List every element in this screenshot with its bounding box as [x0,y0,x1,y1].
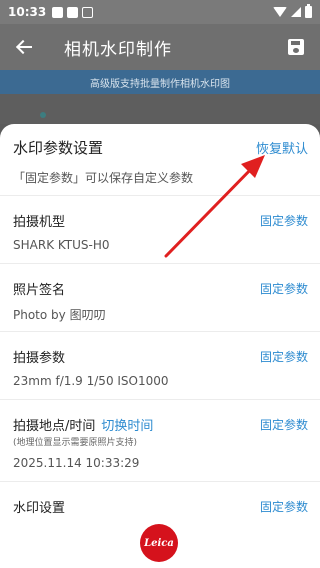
row-location-time: 拍摄地点/时间 切换时间 (地理位置显示需要原照片支持) 固定参数 2025.11… [0,400,320,482]
app-bar: 相机水印制作 [0,24,320,70]
signal-icon [291,7,301,17]
notification-icon [67,6,79,18]
back-button[interactable] [0,24,48,70]
back-arrow-icon [16,40,32,54]
sheet-title: 水印参数设置 [13,139,104,157]
status-right [273,4,312,18]
row-value[interactable]: 23mm f/1.9 1/50 ISO1000 [13,374,169,388]
row-label: 拍摄参数 [13,351,66,366]
row-label-text: 拍摄地点/时间 [13,419,96,434]
row-label: 水印设置 [13,501,66,516]
row-label: 拍摄地点/时间 切换时间 [13,415,153,434]
fix-param-button[interactable]: 固定参数 [260,280,308,297]
fix-param-button[interactable]: 固定参数 [260,212,308,229]
fix-param-button[interactable]: 固定参数 [260,416,308,433]
status-time: 10:33 [8,5,47,19]
notification-icon [52,6,64,18]
save-button[interactable] [272,24,320,70]
row-value[interactable]: SHARK KTUS-H0 [13,238,110,252]
sheet-header: 水印参数设置 恢复默认 「固定参数」可以保存自定义参数 [0,124,320,196]
fix-param-button[interactable]: 固定参数 [260,348,308,365]
leica-logo-text: Leica [144,537,174,549]
watermark-settings-sheet: 水印参数设置 恢复默认 「固定参数」可以保存自定义参数 拍摄机型 固定参数 SH… [0,124,320,568]
leica-logo[interactable]: Leica [140,524,178,562]
row-value[interactable]: Photo by 图叨叨 [13,306,106,323]
dimmed-background [0,94,320,124]
row-shooting-params: 拍摄参数 固定参数 23mm f/1.9 1/50 ISO1000 [0,332,320,400]
sheet-subtitle: 「固定参数」可以保存自定义参数 [13,171,194,185]
banner-text: 高级版支持批量制作相机水印图 [90,78,230,90]
status-bar: 10:33 [0,0,320,24]
row-label: 拍摄机型 [13,215,66,230]
row-photo-signature: 照片签名 固定参数 Photo by 图叨叨 [0,264,320,332]
upgrade-banner[interactable]: 高级版支持批量制作相机水印图 [0,70,320,94]
restore-default-button[interactable]: 恢复默认 [256,138,308,157]
wifi-icon [273,7,287,17]
row-note: (地理位置显示需要原照片支持) [13,438,138,448]
row-value[interactable]: 2025.11.14 10:33:29 [13,456,139,470]
battery-icon [305,4,312,18]
save-icon [288,39,304,55]
app-title: 相机水印制作 [64,39,172,60]
switch-time-button[interactable]: 切换时间 [101,419,153,434]
row-label: 照片签名 [13,283,66,298]
row-camera-model: 拍摄机型 固定参数 SHARK KTUS-H0 [0,196,320,264]
fix-param-button[interactable]: 固定参数 [260,498,308,515]
background-dot [40,112,46,118]
a-icon [82,6,94,18]
